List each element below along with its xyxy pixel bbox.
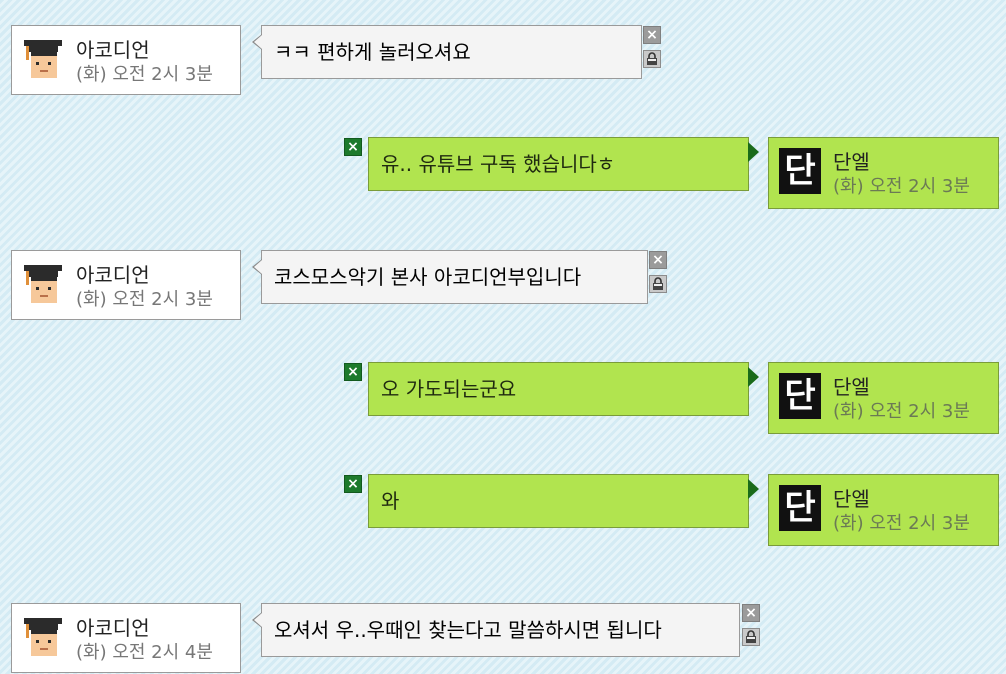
message-time: (화) 오전 2시 3분	[833, 401, 970, 422]
sender-name: 단엘	[833, 487, 870, 511]
delete-message-button[interactable]: ×	[344, 138, 362, 156]
dan-letter-avatar-icon: 단	[779, 373, 821, 419]
bubble-tail	[252, 259, 262, 275]
bubble-tail	[748, 142, 759, 162]
avatar-letter: 단	[784, 151, 816, 191]
bubble-tail	[748, 479, 759, 499]
avatar-letter: 단	[784, 376, 816, 416]
delete-message-button[interactable]: ×	[643, 26, 661, 44]
sender-name: 아코디언	[76, 38, 150, 62]
message-text: 유.. 유튜브 구독 했습니다ㅎ	[381, 152, 616, 176]
avatar-letter: 단	[784, 488, 816, 528]
message-text: 코스모스악기 본사 아코디언부입니다	[274, 265, 582, 289]
sender-card: 아코디언 (화) 오전 2시 3분	[11, 250, 241, 320]
close-icon: ×	[652, 252, 664, 268]
student-avatar-icon	[22, 36, 64, 82]
message-text: ㅋㅋ 편하게 놀러오셔요	[274, 40, 471, 64]
sender-card: 아코디언 (화) 오전 2시 4분	[11, 603, 241, 673]
message-text: 오셔서 우..우때인 찾는다고 말씀하시면 됩니다	[274, 618, 662, 642]
message-text: 오 가도되는군요	[381, 377, 517, 401]
message-time: (화) 오전 2시 3분	[76, 289, 213, 310]
sender-card: 아코디언 (화) 오전 2시 3분	[11, 25, 241, 95]
lock-icon	[647, 52, 657, 65]
delete-message-button[interactable]: ×	[344, 363, 362, 381]
bubble-tail	[252, 34, 262, 50]
sender-card: 단 단엘 (화) 오전 2시 3분	[768, 474, 999, 546]
message-bubble: 오셔서 우..우때인 찾는다고 말씀하시면 됩니다	[252, 603, 740, 657]
sender-card: 단 단엘 (화) 오전 2시 3분	[768, 137, 999, 209]
message-time: (화) 오전 2시 3분	[833, 176, 970, 197]
lock-icon	[653, 277, 663, 290]
lock-message-button[interactable]	[742, 628, 760, 646]
delete-message-button[interactable]: ×	[742, 604, 760, 622]
close-icon: ×	[347, 139, 359, 155]
sender-name: 단엘	[833, 375, 870, 399]
lock-message-button[interactable]	[649, 275, 667, 293]
message-bubble: 코스모스악기 본사 아코디언부입니다	[252, 250, 648, 304]
message-time: (화) 오전 2시 3분	[76, 64, 213, 85]
message-bubble: 유.. 유튜브 구독 했습니다ㅎ	[368, 137, 759, 191]
student-avatar-icon	[22, 261, 64, 307]
message-bubble: 오 가도되는군요	[368, 362, 759, 416]
lock-icon	[746, 630, 756, 643]
dan-letter-avatar-icon: 단	[779, 148, 821, 194]
sender-name: 아코디언	[76, 263, 150, 287]
message-time: (화) 오전 2시 3분	[833, 513, 970, 534]
close-icon: ×	[347, 476, 359, 492]
message-time: (화) 오전 2시 4분	[76, 642, 213, 663]
message-text: 와	[381, 489, 400, 513]
close-icon: ×	[646, 27, 658, 43]
delete-message-button[interactable]: ×	[344, 475, 362, 493]
message-bubble: ㅋㅋ 편하게 놀러오셔요	[252, 25, 642, 79]
bubble-tail	[748, 367, 759, 387]
sender-name: 아코디언	[76, 616, 150, 640]
lock-message-button[interactable]	[643, 50, 661, 68]
delete-message-button[interactable]: ×	[649, 251, 667, 269]
sender-card: 단 단엘 (화) 오전 2시 3분	[768, 362, 999, 434]
student-avatar-icon	[22, 614, 64, 660]
close-icon: ×	[745, 605, 757, 621]
bubble-tail	[252, 612, 262, 628]
message-bubble: 와	[368, 474, 759, 528]
sender-name: 단엘	[833, 150, 870, 174]
close-icon: ×	[347, 364, 359, 380]
dan-letter-avatar-icon: 단	[779, 485, 821, 531]
